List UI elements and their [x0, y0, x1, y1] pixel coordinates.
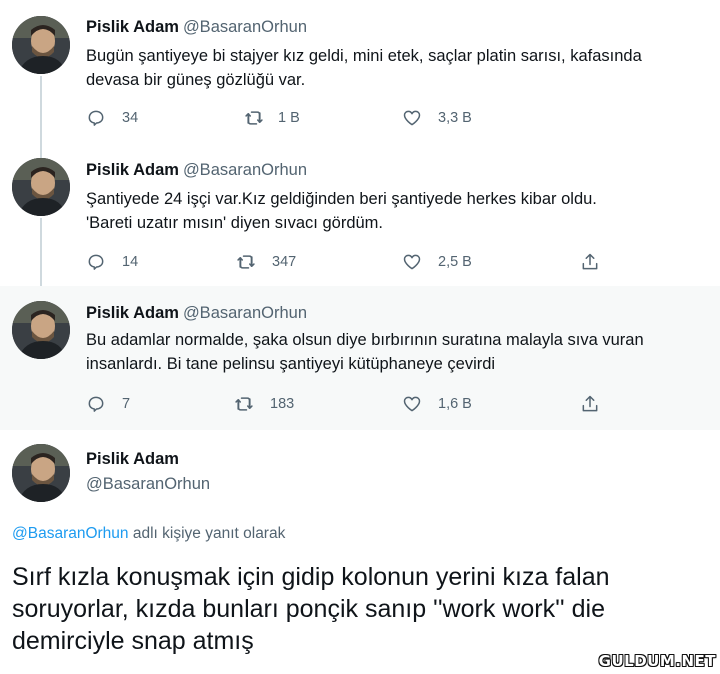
tweet[interactable]: Pislik Adam @BasaranOrhun Bu adamlar norm… — [0, 286, 720, 430]
tweet-text-line: devasa bir güneş gözlüğü var. — [86, 71, 306, 89]
reply-icon — [88, 396, 104, 412]
like-count: 2,5 B — [438, 254, 472, 270]
tweet-text-line: Şantiyede 24 işçi var.Kız geldiğinden be… — [86, 190, 597, 208]
tweet-actions: 34 1 B 3,3 B — [86, 106, 646, 130]
tweet-actions: 7 183 1,6 B — [86, 392, 646, 416]
main-tweet-text-line: Sırf kızla konuşmak için gidip kolonun y… — [12, 563, 610, 591]
like-icon — [403, 254, 421, 270]
retweet-count: 347 — [272, 254, 297, 270]
retweet-button[interactable]: 183 — [234, 392, 294, 416]
tweet-header: Pislik Adam @BasaranOrhun — [86, 304, 307, 323]
reply-count: 34 — [122, 110, 139, 126]
like-count: 3,3 B — [438, 110, 472, 126]
retweet-button[interactable]: 1 B — [244, 106, 300, 130]
user-handle[interactable]: @BasaranOrhun — [183, 18, 307, 36]
tweet-text-line: Bugün şantiyeye bi stajyer kız geldi, mi… — [86, 47, 642, 65]
retweet-button[interactable]: 347 — [236, 250, 296, 274]
tweet[interactable]: Pislik Adam @BasaranOrhun Şantiyede 24 iş… — [0, 146, 720, 286]
share-button[interactable] — [580, 250, 600, 274]
display-name[interactable]: Pislik Adam — [86, 304, 179, 322]
avatar[interactable] — [12, 444, 70, 502]
reply-icon — [88, 254, 104, 270]
tweet[interactable]: Pislik Adam @BasaranOrhun Bugün şantiyeye… — [0, 0, 720, 146]
user-handle[interactable]: @BasaranOrhun — [183, 304, 307, 322]
like-icon — [403, 396, 421, 412]
tweet-text: Şantiyede 24 işçi var.Kız geldiğinden be… — [86, 187, 706, 235]
reply-context: @BasaranOrhun adlı kişiye yanıt olarak — [12, 525, 285, 543]
reply-button[interactable]: 34 — [86, 106, 138, 130]
tweet-text: Bu adamlar normalde, şaka olsun diye bır… — [86, 328, 706, 376]
retweet-icon — [237, 255, 255, 269]
reply-button[interactable]: 7 — [86, 392, 130, 416]
tweet-text-line: Bu adamlar normalde, şaka olsun diye bır… — [86, 331, 644, 349]
avatar[interactable] — [12, 301, 70, 359]
like-button[interactable]: 2,5 B — [402, 250, 472, 274]
mention-link[interactable]: @BasaranOrhun — [12, 525, 129, 542]
tweet-text-line: 'Bareti uzatır mısın' diyen sıvacı gördü… — [86, 214, 383, 232]
display-name[interactable]: Pislik Adam — [86, 161, 179, 179]
watermark: GULDUM.NET — [598, 652, 716, 670]
user-handle[interactable]: @BasaranOrhun — [183, 161, 307, 179]
retweet-icon — [235, 397, 253, 411]
share-icon — [582, 395, 598, 412]
main-tweet-text: Sırf kızla konuşmak için gidip kolonun y… — [12, 561, 712, 657]
display-name[interactable]: Pislik Adam — [86, 450, 179, 469]
like-count: 1,6 B — [438, 396, 472, 412]
user-handle[interactable]: @BasaranOrhun — [86, 475, 210, 494]
tweet-text-line: insanlardı. Bi tane pelinsu şantiyeyi kü… — [86, 355, 496, 373]
reply-context-text: adlı kişiye yanıt olarak — [128, 525, 286, 542]
display-name[interactable]: Pislik Adam — [86, 18, 179, 36]
main-tweet-text-line: soruyorlar, kızda bunları ponçik sanıp '… — [12, 595, 605, 623]
reply-count: 7 — [122, 396, 131, 412]
tweet-header: Pislik Adam @BasaranOrhun — [86, 161, 307, 180]
reply-button[interactable]: 14 — [86, 250, 138, 274]
tweet-text: Bugün şantiyeye bi stajyer kız geldi, mi… — [86, 44, 706, 92]
like-icon — [403, 110, 421, 126]
tweet-actions: 14 347 2,5 B — [86, 250, 646, 274]
avatar[interactable] — [12, 16, 70, 74]
tweet-header: Pislik Adam @BasaranOrhun — [86, 18, 307, 37]
share-button[interactable] — [580, 392, 600, 416]
reply-icon — [88, 110, 104, 126]
retweet-count: 1 B — [278, 110, 300, 126]
like-button[interactable]: 3,3 B — [402, 106, 472, 130]
reply-count: 14 — [122, 254, 139, 270]
retweet-icon — [245, 111, 263, 125]
avatar[interactable] — [12, 158, 70, 216]
retweet-count: 183 — [270, 396, 295, 412]
like-button[interactable]: 1,6 B — [402, 392, 472, 416]
share-icon — [582, 253, 598, 270]
